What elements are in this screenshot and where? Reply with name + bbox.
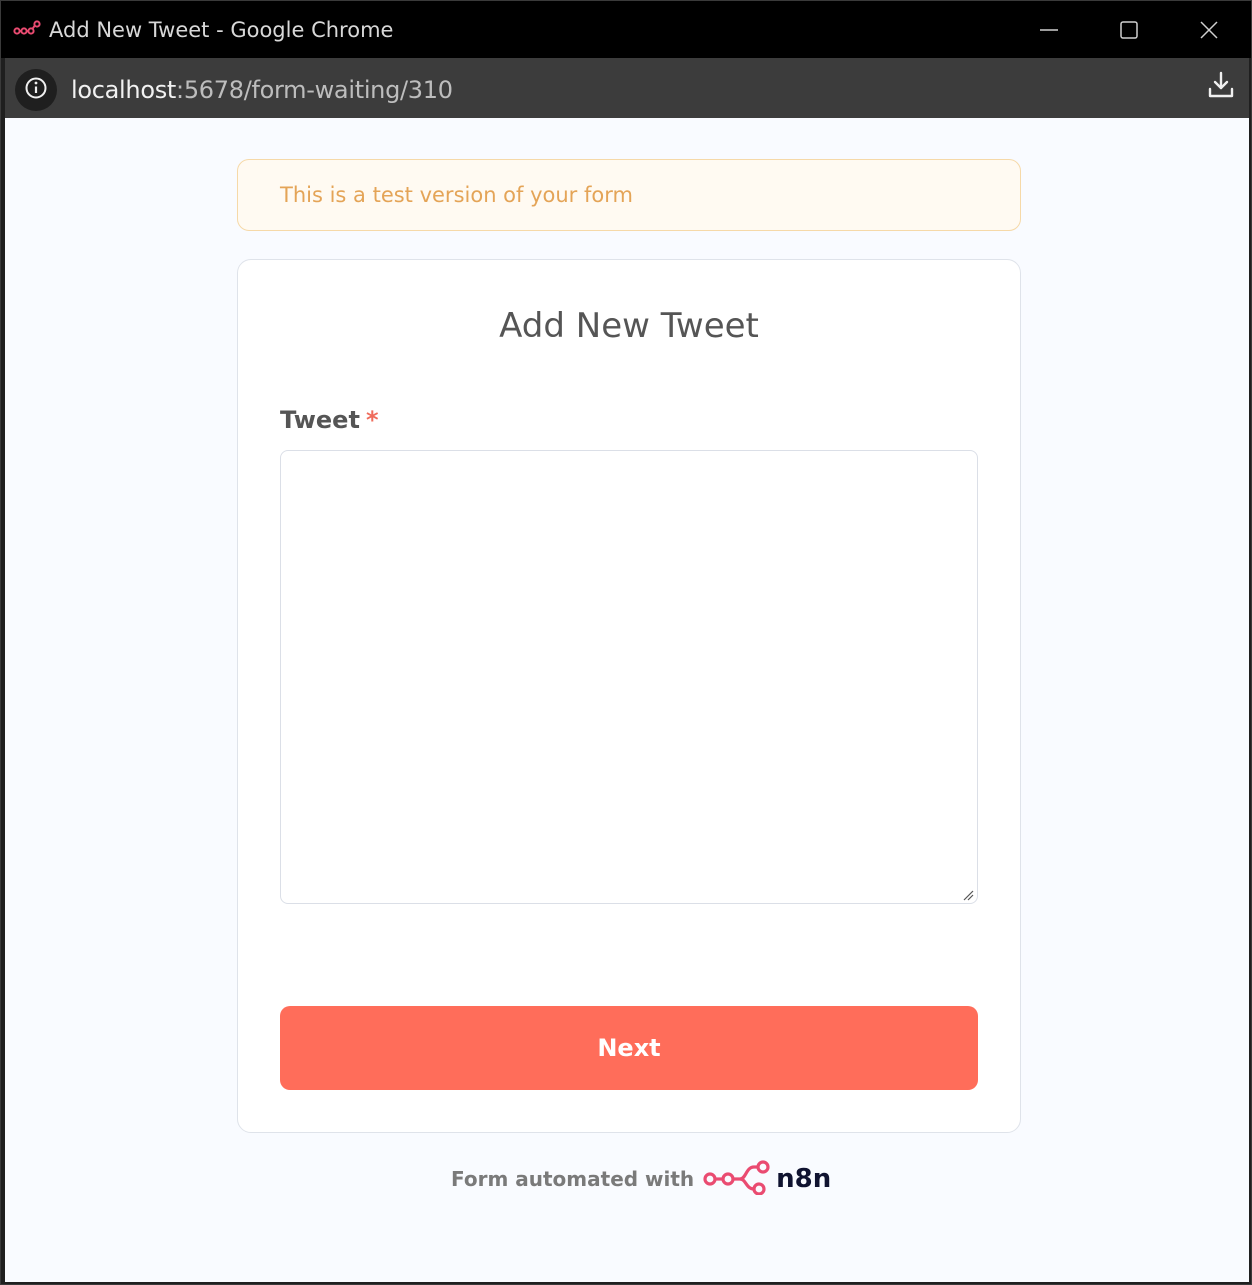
url-text[interactable]: localhost:5678/form-waiting/310 [71, 76, 453, 104]
url-host: localhost [71, 76, 177, 104]
page-viewport: This is a test version of your form Add … [5, 118, 1249, 1282]
address-bar: localhost:5678/form-waiting/310 [5, 58, 1249, 118]
download-icon [1206, 70, 1236, 105]
tweet-textarea[interactable] [280, 450, 978, 904]
n8n-logo[interactable]: n8n [702, 1159, 831, 1200]
n8n-logo-icon [702, 1159, 772, 1200]
omnibox[interactable]: localhost:5678/form-waiting/310 [5, 62, 1193, 114]
test-banner-text: This is a test version of your form [280, 183, 633, 207]
window-title: Add New Tweet - Google Chrome [49, 18, 394, 42]
footer-text: Form automated with [451, 1167, 695, 1191]
download-button[interactable] [1193, 58, 1249, 116]
next-button[interactable]: Next [280, 1006, 978, 1090]
close-button[interactable] [1169, 1, 1249, 58]
footer: Form automated with n8n [451, 1159, 831, 1199]
site-info-button[interactable] [15, 69, 57, 111]
title-bar[interactable]: Add New Tweet - Google Chrome [1, 1, 1251, 58]
test-version-banner: This is a test version of your form [237, 159, 1021, 231]
close-icon [1199, 20, 1219, 40]
required-marker: * [365, 406, 379, 434]
maximize-icon [1119, 20, 1139, 40]
form-title: Add New Tweet [499, 306, 759, 346]
n8n-brand-text: n8n [776, 1164, 832, 1194]
maximize-button[interactable] [1089, 1, 1169, 58]
site-info-icon [24, 76, 48, 105]
url-path: :5678/form-waiting/310 [176, 76, 453, 104]
n8n-app-icon [13, 19, 41, 39]
tweet-label-text: Tweet [280, 406, 360, 434]
minimize-icon [1039, 20, 1059, 40]
form-card: Add New Tweet Tweet * Next [237, 259, 1021, 1133]
tweet-field-label: Tweet * [280, 406, 379, 434]
minimize-button[interactable] [1009, 1, 1089, 58]
resize-handle-icon[interactable] [962, 888, 974, 901]
browser-window: Add New Tweet - Google Chrome localhost:… [0, 0, 1252, 1285]
